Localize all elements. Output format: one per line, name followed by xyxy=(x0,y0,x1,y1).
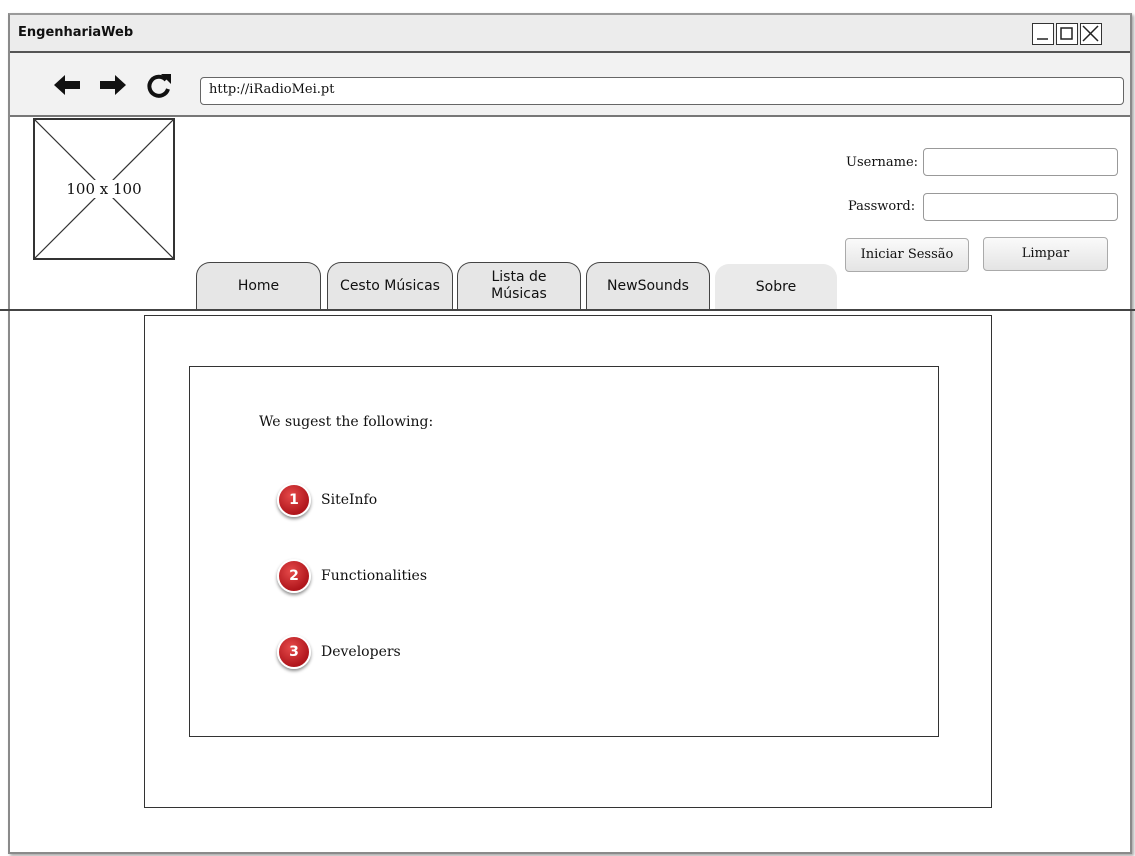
back-arrow-icon[interactable] xyxy=(52,71,82,99)
header-divider xyxy=(0,309,1135,311)
reload-icon[interactable] xyxy=(144,71,174,99)
username-label: Username: xyxy=(846,155,919,170)
logo-placeholder: 100 x 100 xyxy=(33,118,175,260)
tab-home[interactable]: Home xyxy=(196,262,321,309)
list-item-siteinfo[interactable]: 1 SiteInfo xyxy=(277,483,377,517)
minimize-icon xyxy=(1037,38,1048,40)
title-bar: EngenhariaWeb xyxy=(10,15,1130,53)
navigation-bar: http://iRadioMei.pt xyxy=(10,53,1130,117)
tab-sobre[interactable]: Sobre xyxy=(715,264,837,311)
number-badge-icon: 2 xyxy=(277,559,311,593)
maximize-icon xyxy=(1060,27,1073,40)
login-button[interactable]: Iniciar Sessão xyxy=(845,238,969,272)
logo-label: 100 x 100 xyxy=(64,180,144,198)
window-title: EngenhariaWeb xyxy=(18,25,134,40)
list-item-label: SiteInfo xyxy=(321,492,378,508)
list-item-label: Functionalities xyxy=(321,568,428,584)
forward-arrow-icon[interactable] xyxy=(98,71,128,99)
username-field[interactable] xyxy=(923,148,1118,176)
number-badge-icon: 3 xyxy=(277,635,311,669)
list-item-developers[interactable]: 3 Developers xyxy=(277,635,401,669)
minimize-button[interactable] xyxy=(1032,23,1054,45)
tab-cesto-musicas[interactable]: Cesto Músicas xyxy=(327,262,453,309)
number-badge-icon: 1 xyxy=(277,483,311,517)
close-icon xyxy=(1082,25,1099,42)
password-field[interactable] xyxy=(923,193,1118,221)
clear-button[interactable]: Limpar xyxy=(983,237,1108,271)
maximize-button[interactable] xyxy=(1056,23,1078,45)
intro-text: We sugest the following: xyxy=(259,414,434,430)
list-item-label: Developers xyxy=(321,644,401,660)
tab-newsounds[interactable]: NewSounds xyxy=(586,262,710,309)
list-item-functionalities[interactable]: 2 Functionalities xyxy=(277,559,427,593)
address-bar[interactable]: http://iRadioMei.pt xyxy=(200,77,1124,105)
close-button[interactable] xyxy=(1080,23,1102,45)
tab-lista-de-musicas[interactable]: Lista de Músicas xyxy=(457,262,581,309)
password-label: Password: xyxy=(848,199,916,214)
